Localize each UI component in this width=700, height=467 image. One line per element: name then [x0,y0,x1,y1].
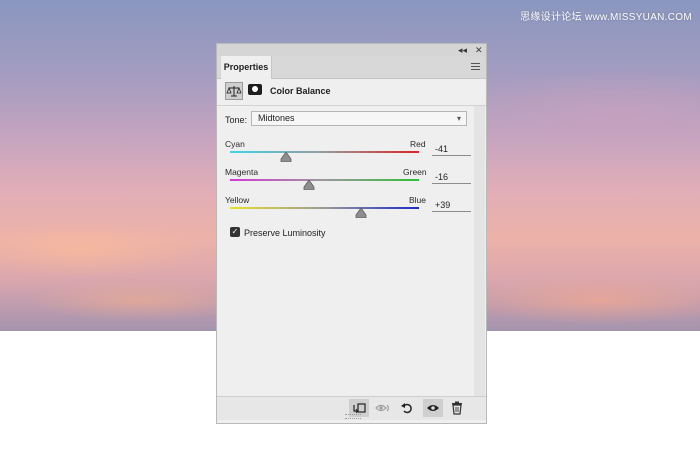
tone-dropdown[interactable]: Midtones ▾ [251,111,467,126]
reset-icon[interactable] [397,399,417,417]
layer-mask-icon[interactable] [248,84,262,95]
slider-value-field[interactable]: +39 [432,199,471,212]
slider-thumb[interactable] [280,152,292,162]
tone-value: Midtones [258,113,295,123]
view-previous-state-icon[interactable] [373,399,393,417]
preserve-luminosity-label: Preserve Luminosity [244,228,326,238]
tab-properties[interactable]: Properties [221,56,272,79]
slider-value-field[interactable]: -16 [432,171,471,184]
collapse-panel-button[interactable]: ◂◂ [458,44,467,56]
slider-thumb[interactable] [355,208,367,218]
color-balance-icon[interactable] [225,82,243,100]
slider-track[interactable] [230,151,419,153]
visibility-eye-icon[interactable] [423,399,443,417]
adjustment-header: Color Balance [217,79,486,106]
scrollbar[interactable] [474,106,485,396]
slider-value-field[interactable]: -41 [432,143,471,156]
panel-footer [217,396,486,420]
tone-label: Tone: [225,115,248,125]
slider-track[interactable] [230,207,419,209]
slider-left-label: Yellow [225,195,250,205]
slider-right-label: Red [410,139,426,149]
tab-bar: Properties [217,56,486,79]
slider-right-label: Blue [409,195,427,205]
resize-grip[interactable] [345,414,361,419]
panel-menu-icon[interactable] [471,63,480,70]
adjustment-title: Color Balance [270,86,331,96]
close-panel-button[interactable]: ✕ [475,44,483,56]
watermark: 思缘设计论坛 www.MISSYUAN.COM [520,12,692,23]
slider-right-label: Green [403,167,427,177]
properties-panel: ◂◂ ✕ Properties Color Balance Tone: Midt… [216,43,487,424]
slider-left-label: Magenta [225,167,259,177]
delete-trash-icon[interactable] [447,399,467,417]
slider-thumb[interactable] [303,180,315,190]
slider-left-label: Cyan [225,139,245,149]
slider-track[interactable] [230,179,419,181]
preserve-luminosity-checkbox[interactable]: ✓ [230,227,240,237]
chevron-down-icon: ▾ [456,114,461,123]
